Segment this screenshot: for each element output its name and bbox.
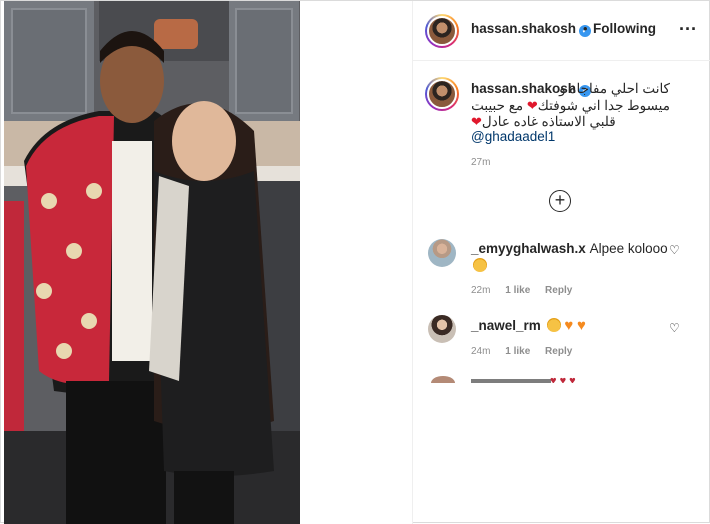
caption-time[interactable]: 27m [471, 157, 490, 168]
red-heart-icon: ❤ [526, 98, 538, 113]
orange-heart-icon: ♥ [564, 317, 574, 334]
caption-avatar[interactable] [425, 77, 459, 111]
post-header: hassan.shakosh ✓ • Following ··· [413, 1, 710, 61]
comment-time[interactable]: 24m [471, 346, 490, 357]
star-struck-emoji-icon [471, 257, 487, 275]
more-options-icon[interactable]: ··· [679, 19, 697, 40]
heart-outline-icon[interactable]: ♡ [669, 243, 680, 257]
instagram-post: hassan.shakosh ✓ • Following ··· hassan.s… [0, 0, 710, 524]
comment-time[interactable]: 22m [471, 285, 490, 296]
author-avatar[interactable] [425, 14, 459, 48]
caption-mention-link[interactable]: @ghadaadel1 [471, 129, 555, 144]
commenter-avatar[interactable] [428, 239, 456, 267]
plus-circle-icon[interactable]: + [549, 190, 571, 212]
heart-outline-icon[interactable]: ♡ [669, 321, 680, 335]
comment-likes[interactable]: 1 like [505, 285, 530, 296]
comment-meta: 22m 1 like Reply [471, 285, 584, 296]
orange-heart-icon: ♥ [577, 317, 586, 334]
star-struck-emoji-icon [546, 318, 561, 332]
caption-line-3: ❤قلبي الاستاذه غاده عادل [471, 114, 616, 129]
reply-button[interactable]: Reply [545, 285, 572, 296]
post-side-panel: hassan.shakosh ✓ • Following ··· hassan.s… [412, 1, 710, 524]
caption-line-2: ميسوط جدا اني شوفتك❤ مع حبيبت [471, 98, 670, 113]
following-button[interactable]: Following [593, 21, 656, 36]
red-heart-icon: ❤ [471, 114, 482, 129]
reply-button[interactable]: Reply [545, 346, 572, 357]
comment-username: _emyyghalwash.x Alpee kolooo [471, 241, 668, 256]
comment-meta: 24m 1 like Reply [471, 346, 584, 357]
caption-line-1: كانت احلي مفاجاه و [559, 81, 670, 96]
comment-username: _nawel_rm ♥ ♥ [471, 317, 586, 334]
commenter-avatar[interactable] [428, 315, 456, 343]
comment-likes[interactable]: 1 like [505, 346, 530, 357]
author-username[interactable]: hassan.shakosh ✓ [471, 21, 592, 37]
post-image [4, 1, 412, 524]
next-comment-peek: ♥ ♥ ♥ [413, 373, 710, 383]
header-separator: • [583, 21, 588, 36]
post-photo[interactable] [4, 1, 412, 524]
